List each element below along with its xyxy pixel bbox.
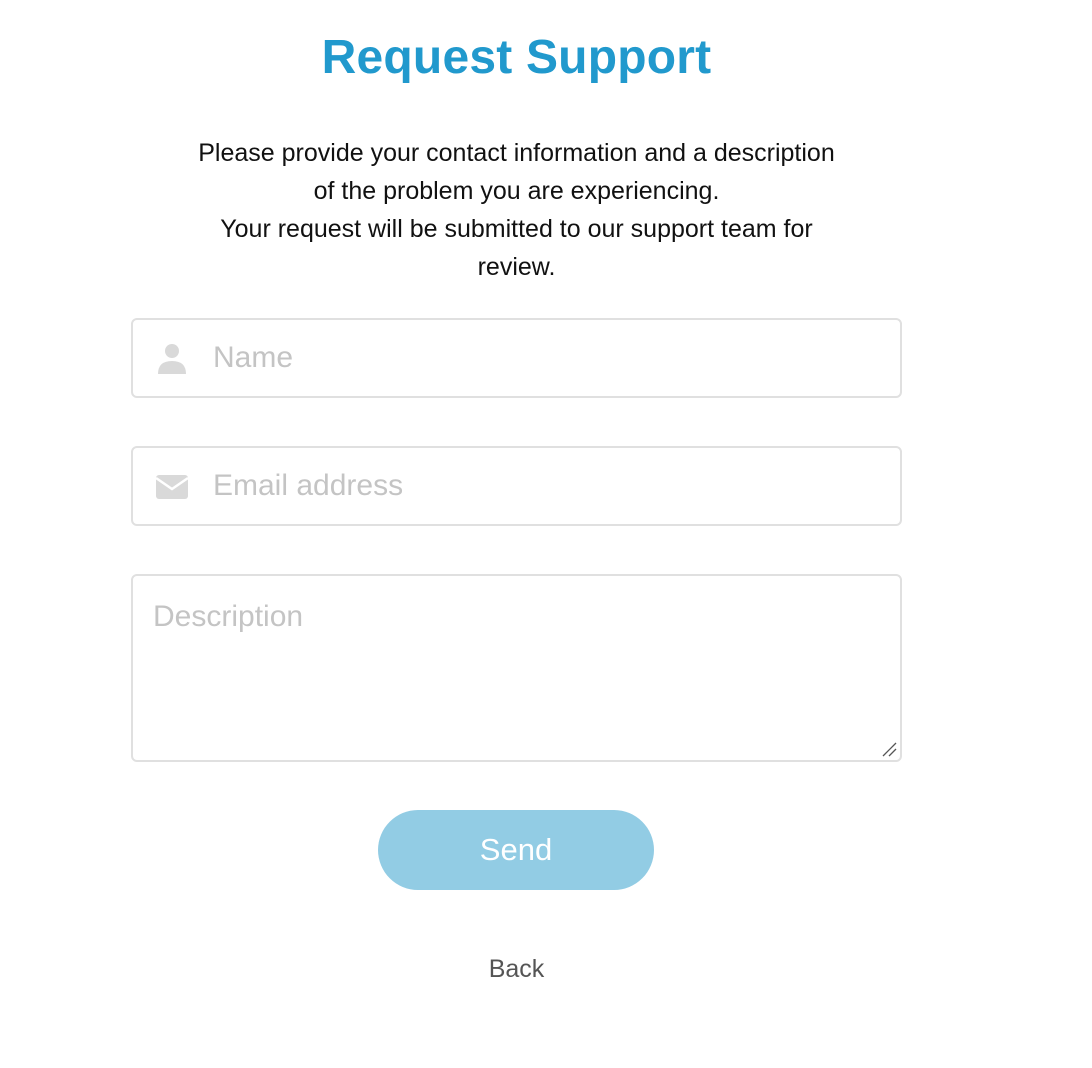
description-field[interactable] — [131, 574, 902, 762]
name-field[interactable] — [131, 318, 902, 398]
email-field[interactable] — [131, 446, 902, 526]
send-button[interactable]: Send — [378, 810, 654, 890]
email-input[interactable] — [213, 448, 883, 524]
name-input[interactable] — [213, 320, 883, 396]
envelope-icon — [155, 470, 189, 504]
intro-line: review. — [477, 253, 556, 281]
intro-line: of the problem you are experiencing. — [313, 177, 720, 205]
intro-line: Please provide your contact information … — [198, 139, 835, 167]
user-icon — [155, 342, 189, 376]
intro-line: Your request will be submitted to our su… — [220, 215, 813, 243]
intro-text: Please provide your contact information … — [131, 134, 902, 286]
back-link[interactable]: Back — [489, 955, 545, 983]
back-link-row: Back — [131, 955, 902, 984]
description-textarea[interactable] — [133, 576, 900, 760]
resize-handle-icon[interactable] — [881, 741, 897, 757]
page-title: Request Support — [321, 31, 712, 84]
